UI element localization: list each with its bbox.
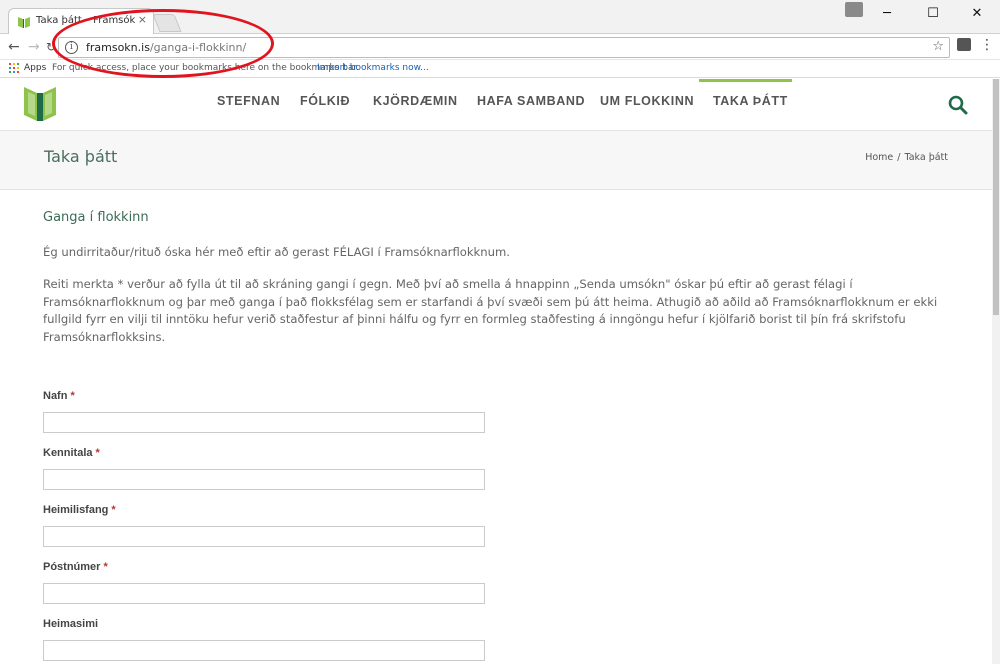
required-marker: * [95,447,100,459]
new-tab-button[interactable] [152,14,182,32]
browser-tabstrip: Taka þátt – Framsókn × ─ ☐ ✕ [0,0,1000,35]
site-header: STEFNAN FÓLKIÐ KJÖRDÆMIN HAFA SAMBAND UM… [0,79,1000,131]
breadcrumb-home-link[interactable]: Home [865,152,893,163]
section-heading: Ganga í flokkinn [43,210,149,225]
label-text: Heimilisfang [43,504,109,516]
extension-icon[interactable] [957,38,971,51]
url-text[interactable]: framsokn.is/ganga-i-flokkinn/ [86,41,246,54]
framsokn-favicon-icon [18,17,30,28]
field-label-nafn: Nafn * [43,390,75,402]
nav-item-hafa-samband[interactable]: HAFA SAMBAND [477,79,585,131]
bookmarks-bar: Apps For quick access, place your bookma… [0,60,1000,78]
reload-icon[interactable]: ↻ [46,38,56,56]
breadcrumb-current: Taka þátt [904,152,948,163]
kennitala-input[interactable] [43,469,485,490]
url-path: /ganga-i-flokkinn/ [149,41,247,54]
field-label-heimasimi: Heimasimi [43,618,101,630]
minimize-icon[interactable]: ─ [867,4,907,24]
nav-item-folkid[interactable]: FÓLKIÐ [300,79,350,131]
apps-label[interactable]: Apps [24,63,46,73]
forward-icon[interactable]: → [28,38,40,56]
search-icon[interactable] [947,94,969,116]
intro-paragraph: Ég undirritaður/rituð óska hér með eftir… [43,245,510,259]
heimilisfang-input[interactable] [43,526,485,547]
window-close-icon[interactable]: ✕ [957,4,997,24]
page-title-bar: Taka þátt Home / Taka þátt [0,131,1000,190]
field-label-heimilisfang: Heimilisfang * [43,504,116,516]
profile-icon[interactable] [845,2,863,17]
nav-item-um-flokkinn[interactable]: UM FLOKKINN [600,79,694,131]
nafn-input[interactable] [43,412,485,433]
required-marker: * [70,390,75,402]
field-label-kennitala: Kennitala * [43,447,100,459]
label-text: Kennitala [43,447,93,459]
maximize-icon[interactable]: ☐ [913,4,953,24]
instructions-paragraph: Reiti merkta * verður að fylla út til að… [43,277,938,344]
breadcrumb: Home / Taka þátt [865,152,948,163]
heimasimi-input[interactable] [43,640,485,661]
page-title: Taka þátt [44,147,118,166]
nav-item-kjordaemin[interactable]: KJÖRDÆMIN [373,79,458,131]
label-text: Póstnúmer [43,561,101,573]
tab-title: Taka þátt – Framsókn [36,15,136,26]
site-info-icon[interactable]: i [65,41,78,54]
bookmarks-hint: For quick access, place your bookmarks h… [52,63,360,73]
label-text: Nafn [43,390,68,402]
field-label-postnumer: Póstnúmer * [43,561,108,573]
back-icon[interactable]: ← [8,38,20,56]
nav-item-taka-thatt[interactable]: TAKA ÞÁTT [699,79,792,131]
tab-close-icon[interactable]: × [138,13,147,26]
apps-grid-icon[interactable] [9,63,19,73]
address-bar[interactable]: i framsokn.is/ganga-i-flokkinn/ ☆ [58,37,950,58]
scrollbar-thumb[interactable] [993,79,999,315]
page-scrollbar[interactable] [992,79,1000,664]
framsokn-logo-icon[interactable] [22,83,58,123]
required-marker: * [111,504,116,516]
breadcrumb-separator: / [897,152,901,163]
required-marker: * [103,561,108,573]
label-text: Heimasimi [43,618,99,630]
postnumer-input[interactable] [43,583,485,604]
import-bookmarks-link[interactable]: Import bookmarks now... [317,63,429,73]
bookmark-star-icon[interactable]: ☆ [932,39,944,54]
browser-menu-icon[interactable]: ⋮ [980,37,994,54]
url-host: framsokn.is [86,41,150,54]
browser-toolbar: ← → ↻ i framsokn.is/ganga-i-flokkinn/ ☆ [0,34,1000,60]
browser-tab[interactable]: Taka þátt – Framsókn × [8,8,154,35]
nav-item-stefnan[interactable]: STEFNAN [217,79,280,131]
